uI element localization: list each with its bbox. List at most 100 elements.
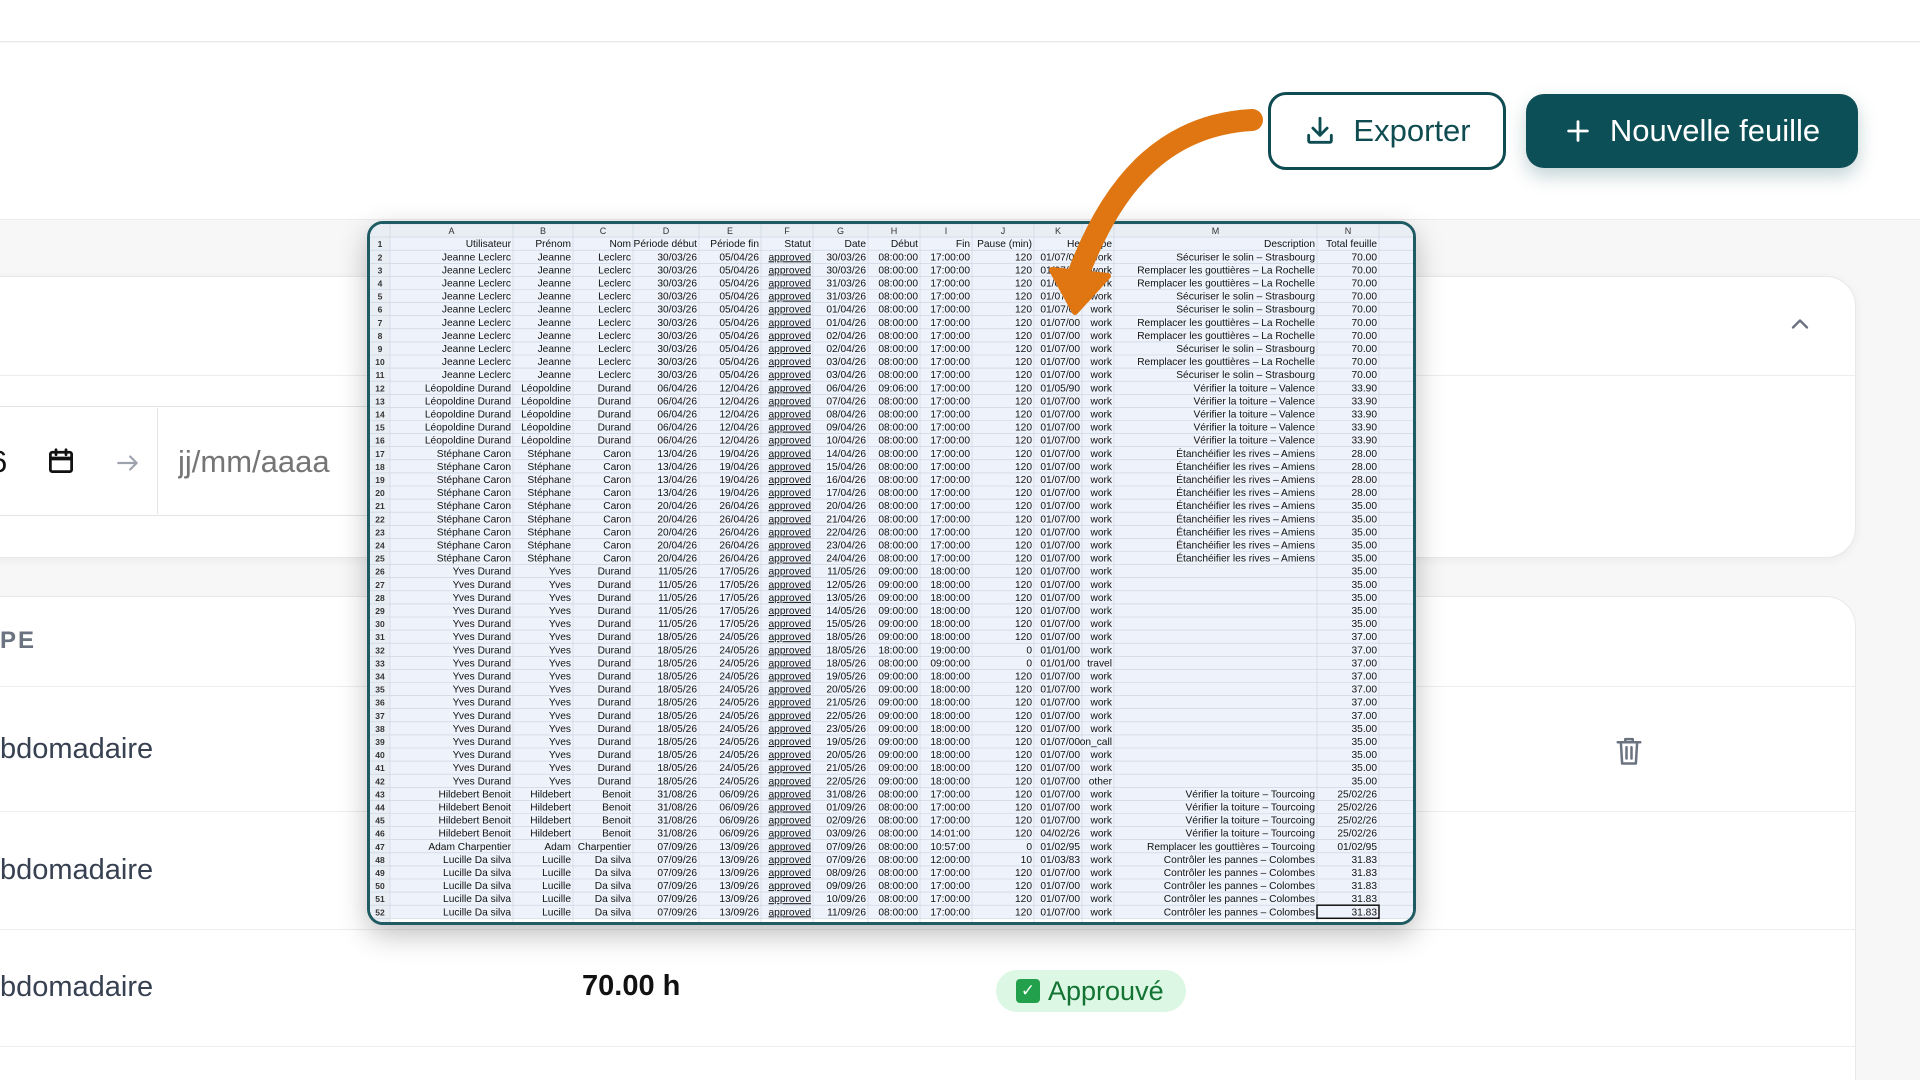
sheet-cell: 17:00:00 [930, 803, 970, 814]
sheet-cell: 20/04/26 [657, 541, 697, 552]
sheet-cell: 24/05/26 [719, 672, 759, 683]
sheet-cell: other [1089, 776, 1113, 787]
status-badge: ✓ Approuvé [996, 970, 1186, 1012]
sheet-cell: 08:00:00 [878, 527, 918, 538]
sheet-cell: 31.83 [1352, 855, 1378, 866]
sheet-cell: 05/04/26 [719, 279, 759, 290]
sheet-cell: 25/02/26 [1337, 816, 1377, 827]
sheet-cell: Yves Durand [453, 685, 512, 696]
sheet-cell: 13/09/26 [719, 907, 759, 918]
new-sheet-button[interactable]: Nouvelle feuille [1526, 94, 1858, 168]
sheet-cell: 06/09/26 [719, 816, 759, 827]
sheet-cell: work [1089, 318, 1112, 329]
row-number: 42 [375, 776, 385, 786]
sheet-cell: 120 [1015, 580, 1032, 591]
sheet-cell: 09:00:00 [878, 776, 918, 787]
sheet-cell: 120 [1015, 344, 1032, 355]
sheet-cell: approved [769, 645, 812, 656]
sheet-cell: 02/04/26 [826, 344, 866, 355]
sheet-cell: approved [769, 907, 812, 918]
sheet-cell: 30/03/26 [657, 344, 697, 355]
sheet-cell: Durand [598, 567, 632, 578]
sheet-cell: 20/04/26 [657, 554, 697, 565]
end-date-input[interactable] [178, 440, 378, 484]
sheet-cell: Durand [598, 436, 632, 447]
sheet-cell: 01/09/26 [826, 803, 866, 814]
sheet-cell: 37.00 [1352, 685, 1378, 696]
sheet-cell: Contrôler les pannes – Colombes [1164, 868, 1315, 879]
sheet-cell: 13/04/26 [657, 488, 697, 499]
sheet-cell: 01/07/00 [1040, 292, 1080, 303]
export-button[interactable]: Exporter [1268, 92, 1506, 170]
sheet-cell: approved [769, 658, 812, 669]
start-date-value[interactable]: 6 [0, 444, 7, 480]
sheet-cell: Yves [549, 685, 571, 696]
sheet-cell: work [1089, 383, 1112, 394]
column-letter: I [945, 226, 948, 236]
sheet-cell: 18/05/26 [826, 645, 866, 656]
sheet-cell: Caron [603, 554, 631, 565]
sheet-cell: approved [769, 606, 812, 617]
sheet-cell: 18/05/26 [657, 737, 697, 748]
chevron-up-icon[interactable] [1786, 310, 1814, 338]
sheet-cell: 35.00 [1352, 737, 1378, 748]
sheet-cell: 0 [1026, 658, 1032, 669]
sheet-cell: 18:00:00 [930, 672, 970, 683]
sheet-cell: Lucille [542, 881, 571, 892]
sheet-cell: 12/04/26 [719, 423, 759, 434]
sheet-cell: Leclerc [598, 292, 631, 303]
sheet-cell: 30/03/26 [657, 318, 697, 329]
sheet-cell: 06/04/26 [826, 383, 866, 394]
sheet-cell: 08/04/26 [826, 410, 866, 421]
sheet-cell: 22/05/26 [826, 776, 866, 787]
sheet-cell: 08:00:00 [878, 501, 918, 512]
sheet-cell: approved [769, 527, 812, 538]
sheet-cell: 24/05/26 [719, 685, 759, 696]
sheet-cell: 120 [1015, 907, 1032, 918]
sheet-cell: approved [769, 410, 812, 421]
sheet-cell: 17:00:00 [930, 475, 970, 486]
sheet-cell: 07/09/26 [657, 881, 697, 892]
calendar-icon[interactable] [46, 446, 76, 476]
sheet-cell: 14/05/26 [826, 606, 866, 617]
sheet-cell: 08:00:00 [878, 789, 918, 800]
sheet-cell: Leclerc [598, 252, 631, 263]
trash-icon[interactable] [1614, 734, 1644, 768]
sheet-cell: work [1089, 436, 1112, 447]
sheet-cell: Yves [549, 763, 571, 774]
sheet-cell: Durand [598, 410, 632, 421]
sheet-cell: Étanchéifier les rives – Amiens [1176, 486, 1315, 499]
sheet-cell: 120 [1015, 265, 1032, 276]
plus-icon [1567, 120, 1589, 142]
sheet-cell: 03/09/26 [826, 829, 866, 840]
sheet-cell: 20/04/26 [657, 501, 697, 512]
sheet-cell: 28.00 [1352, 449, 1378, 460]
column-letter: M [1212, 226, 1220, 236]
sheet-cell: work [1089, 488, 1112, 499]
sheet-cell: Hildebert Benoit [439, 803, 512, 814]
sheet-cell: 31.83 [1352, 894, 1378, 905]
sheet-cell: 01/01/00 [1040, 645, 1080, 656]
sheet-cell: Yves Durand [453, 711, 512, 722]
sheet-cell: 09:00:00 [878, 711, 918, 722]
sheet-cell: approved [769, 305, 812, 316]
sheet-cell: 120 [1015, 776, 1032, 787]
sheet-cell: Léopoldine Durand [425, 410, 511, 421]
row-divider [0, 929, 1856, 930]
sheet-cell: 01/07/00 [1040, 907, 1080, 918]
sheet-cell: approved [769, 252, 812, 263]
sheet-cell: 120 [1015, 698, 1032, 709]
sheet-cell: 08:00:00 [878, 252, 918, 263]
sheet-cell: 18/05/26 [657, 658, 697, 669]
sheet-cell: 30/03/26 [657, 331, 697, 342]
sheet-cell: 08:00:00 [878, 449, 918, 460]
sheet-cell: Yves [549, 737, 571, 748]
sheet-cell: 07/09/26 [657, 868, 697, 879]
sheet-cell: 18:00:00 [930, 606, 970, 617]
sheet-cell: approved [769, 344, 812, 355]
sheet-cell: 35.00 [1352, 514, 1378, 525]
sheet-cell: 11/05/26 [658, 606, 697, 617]
sheet-cell: work [1089, 829, 1112, 840]
sheet-cell: Jeanne Leclerc [442, 265, 511, 276]
sheet-cell: approved [769, 567, 812, 578]
